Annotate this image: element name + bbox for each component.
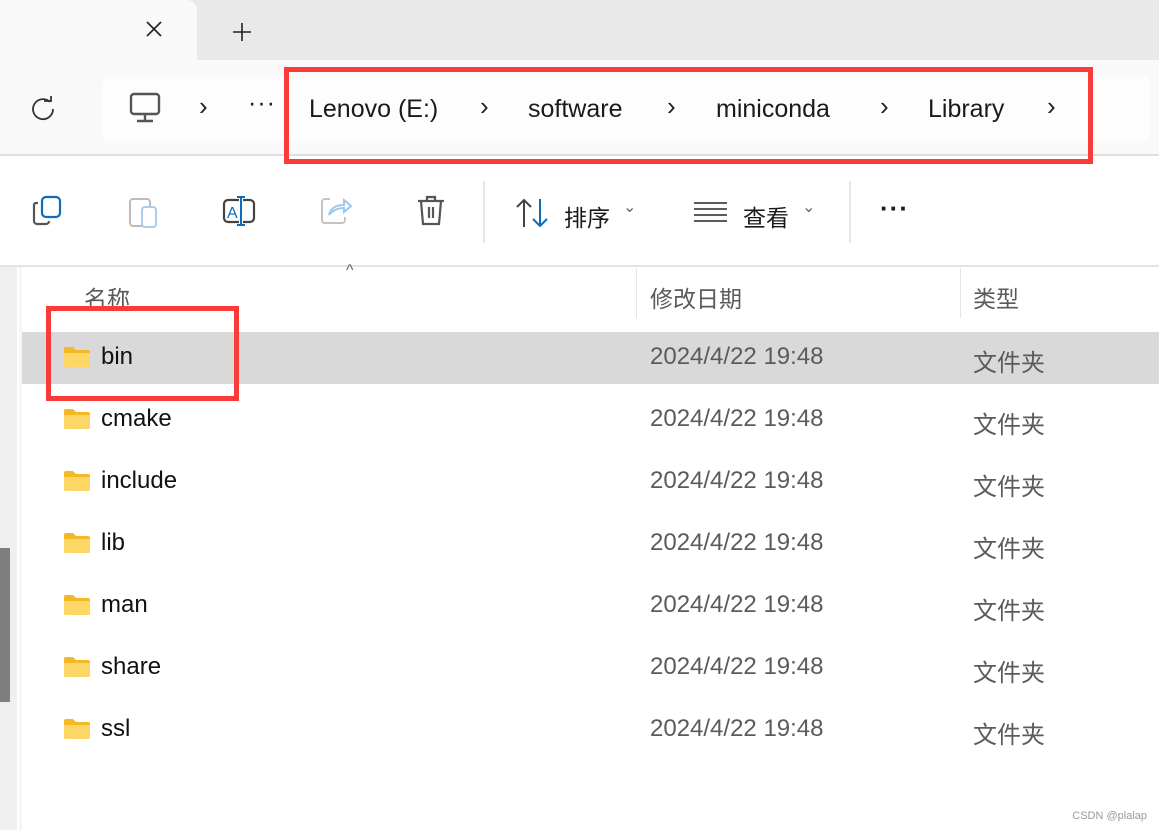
column-divider[interactable] <box>636 268 637 318</box>
file-type: 文件夹 <box>973 660 1045 687</box>
chevron-down-icon: ⌄ <box>802 199 816 216</box>
file-date: 2024/4/22 19:48 <box>650 343 824 370</box>
active-tab[interactable] <box>0 0 197 62</box>
file-name: cmake <box>101 405 172 432</box>
breadcrumb-overflow[interactable]: ··· <box>248 89 276 118</box>
column-header-type[interactable]: 类型 <box>973 280 1019 314</box>
file-date: 2024/4/22 19:48 <box>650 715 824 742</box>
folder-icon <box>64 471 90 491</box>
file-name: lib <box>101 529 126 556</box>
toolbar-divider <box>483 181 485 243</box>
file-row[interactable]: include 2024/4/22 19:48 文件夹 <box>22 456 1159 508</box>
column-divider[interactable] <box>960 268 961 318</box>
file-row[interactable]: man 2024/4/22 19:48 文件夹 <box>22 580 1159 632</box>
chevron-down-icon: ⌄ <box>623 199 637 216</box>
file-row[interactable]: lib 2024/4/22 19:48 文件夹 <box>22 518 1159 570</box>
annotation-box-address <box>284 67 1093 164</box>
share-icon[interactable] <box>320 195 352 225</box>
close-icon[interactable] <box>145 20 163 38</box>
folder-icon <box>64 533 90 553</box>
plus-icon[interactable] <box>232 22 252 42</box>
rename-icon[interactable]: A <box>222 195 256 227</box>
sort-button[interactable]: 排序 ⌄ <box>515 195 640 231</box>
file-name: include <box>101 467 178 494</box>
toolbar-divider <box>849 181 851 243</box>
copy-icon[interactable] <box>32 195 62 227</box>
file-date: 2024/4/22 19:48 <box>650 591 824 618</box>
command-bar: A 排序 ⌄ 查看 ⌄ ··· <box>0 157 1159 267</box>
scrollbar-thumb[interactable] <box>0 548 10 702</box>
file-type: 文件夹 <box>973 474 1045 501</box>
sort-label: 排序 <box>564 205 610 231</box>
column-header-date[interactable]: 修改日期 <box>650 280 742 314</box>
this-pc-icon[interactable] <box>129 92 161 124</box>
view-button[interactable]: 查看 ⌄ <box>694 195 819 231</box>
file-name: share <box>101 653 162 680</box>
file-type: 文件夹 <box>973 412 1045 439</box>
watermark: CSDN @plalap <box>1072 810 1147 822</box>
paste-icon[interactable] <box>128 195 158 229</box>
svg-text:A: A <box>227 205 238 222</box>
file-row[interactable]: cmake 2024/4/22 19:48 文件夹 <box>22 394 1159 446</box>
file-type: 文件夹 <box>973 598 1045 625</box>
file-row[interactable]: share 2024/4/22 19:48 文件夹 <box>22 642 1159 694</box>
view-label: 查看 <box>743 205 789 231</box>
file-type: 文件夹 <box>973 722 1045 749</box>
chevron-right-icon[interactable]: › <box>199 91 208 122</box>
refresh-icon[interactable] <box>30 96 56 122</box>
file-date: 2024/4/22 19:48 <box>650 467 824 494</box>
file-row[interactable]: ssl 2024/4/22 19:48 文件夹 <box>22 704 1159 756</box>
sort-ascending-icon: ^ <box>346 262 354 279</box>
more-options-button[interactable]: ··· <box>880 193 909 224</box>
file-date: 2024/4/22 19:48 <box>650 529 824 556</box>
file-type: 文件夹 <box>973 350 1045 377</box>
delete-icon[interactable] <box>416 195 446 227</box>
sort-icon <box>516 198 548 228</box>
folder-icon <box>64 409 90 429</box>
folder-icon <box>64 595 90 615</box>
folder-icon <box>64 719 90 739</box>
file-date: 2024/4/22 19:48 <box>650 405 824 432</box>
folder-icon <box>64 657 90 677</box>
file-name: man <box>101 591 148 618</box>
file-name: ssl <box>101 715 131 742</box>
file-type: 文件夹 <box>973 536 1045 563</box>
file-date: 2024/4/22 19:48 <box>650 653 824 680</box>
annotation-box-bin <box>46 306 239 401</box>
list-view-icon <box>694 202 727 222</box>
